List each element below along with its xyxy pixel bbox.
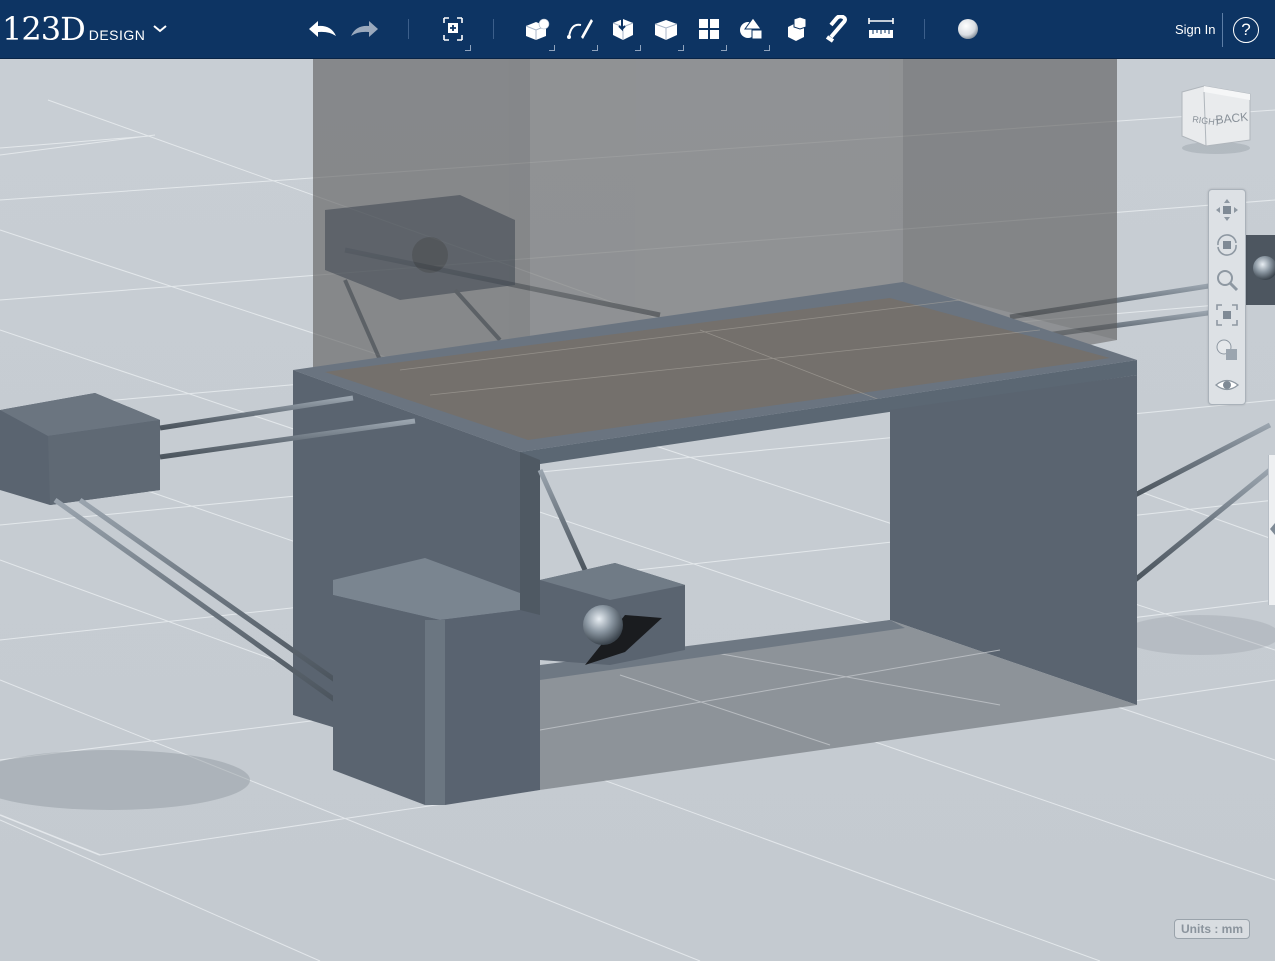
modify-icon: [654, 20, 678, 40]
top-toolbar: 123D DESIGN Sign In ?: [0, 0, 1275, 59]
pan-icon: [1216, 199, 1238, 221]
transform-icon: [443, 17, 463, 41]
toolbar-separator: [924, 19, 925, 39]
snap-button[interactable]: [820, 11, 856, 47]
fit-icon: [1216, 304, 1238, 326]
visibility-eye-icon: [1214, 379, 1240, 391]
grouping-icon: [740, 17, 763, 40]
orbit-icon: [1217, 234, 1237, 256]
visibility-button[interactable]: [1213, 371, 1241, 399]
app-menu-button[interactable]: 123D DESIGN: [2, 8, 168, 50]
measure-ruler-icon: [868, 18, 894, 38]
pan-button[interactable]: [1213, 196, 1241, 224]
transform-button[interactable]: [435, 11, 471, 51]
pattern-button[interactable]: [691, 11, 727, 51]
primitives-icon: [525, 18, 550, 40]
materials-outline-button[interactable]: [1213, 336, 1241, 364]
modify-button[interactable]: [648, 11, 684, 51]
orbit-button[interactable]: [1213, 231, 1241, 259]
camera-middle: [540, 563, 685, 665]
material-sphere-icon: [958, 19, 978, 39]
sketch-icon: [567, 19, 593, 39]
toolbar-separator: [1222, 13, 1223, 47]
redo-button[interactable]: [347, 11, 383, 47]
toolbar-separator: [493, 19, 494, 39]
logo-text: 123D: [2, 10, 86, 48]
sketch-button[interactable]: [562, 11, 598, 51]
logo-subtext: DESIGN: [88, 27, 146, 43]
view-cube[interactable]: RIGHT BACK: [1176, 80, 1256, 156]
snap-magnet-icon: [825, 15, 847, 43]
3d-viewport[interactable]: [0, 59, 1275, 961]
undo-button[interactable]: [304, 11, 340, 47]
material-button[interactable]: [950, 11, 986, 47]
construct-button[interactable]: [605, 11, 641, 51]
scene-canvas: [0, 59, 1275, 961]
measure-button[interactable]: [863, 11, 899, 47]
materials-outline-icon: [1216, 339, 1237, 360]
chevron-down-icon: [153, 25, 168, 33]
navigation-bar: [1208, 189, 1246, 405]
combine-button[interactable]: [777, 11, 813, 47]
zoom-icon: [1217, 270, 1239, 292]
view-cube-icon: RIGHT BACK: [1181, 85, 1251, 154]
redo-icon: [351, 21, 378, 37]
toolbar-separator: [408, 19, 409, 39]
combine-icon: [788, 16, 807, 41]
grouping-button[interactable]: [734, 11, 770, 51]
zoom-button[interactable]: [1213, 266, 1241, 294]
side-panel-toggle[interactable]: [1268, 455, 1275, 605]
units-indicator[interactable]: Units : mm: [1174, 919, 1251, 939]
pattern-icon: [699, 19, 719, 39]
fit-button[interactable]: [1213, 301, 1241, 329]
undo-icon: [309, 21, 336, 37]
construct-icon: [612, 17, 634, 40]
help-button[interactable]: ?: [1233, 17, 1259, 43]
primitives-button[interactable]: [519, 11, 555, 51]
front-block: [333, 558, 540, 805]
sign-in-link[interactable]: Sign In: [1175, 22, 1215, 37]
